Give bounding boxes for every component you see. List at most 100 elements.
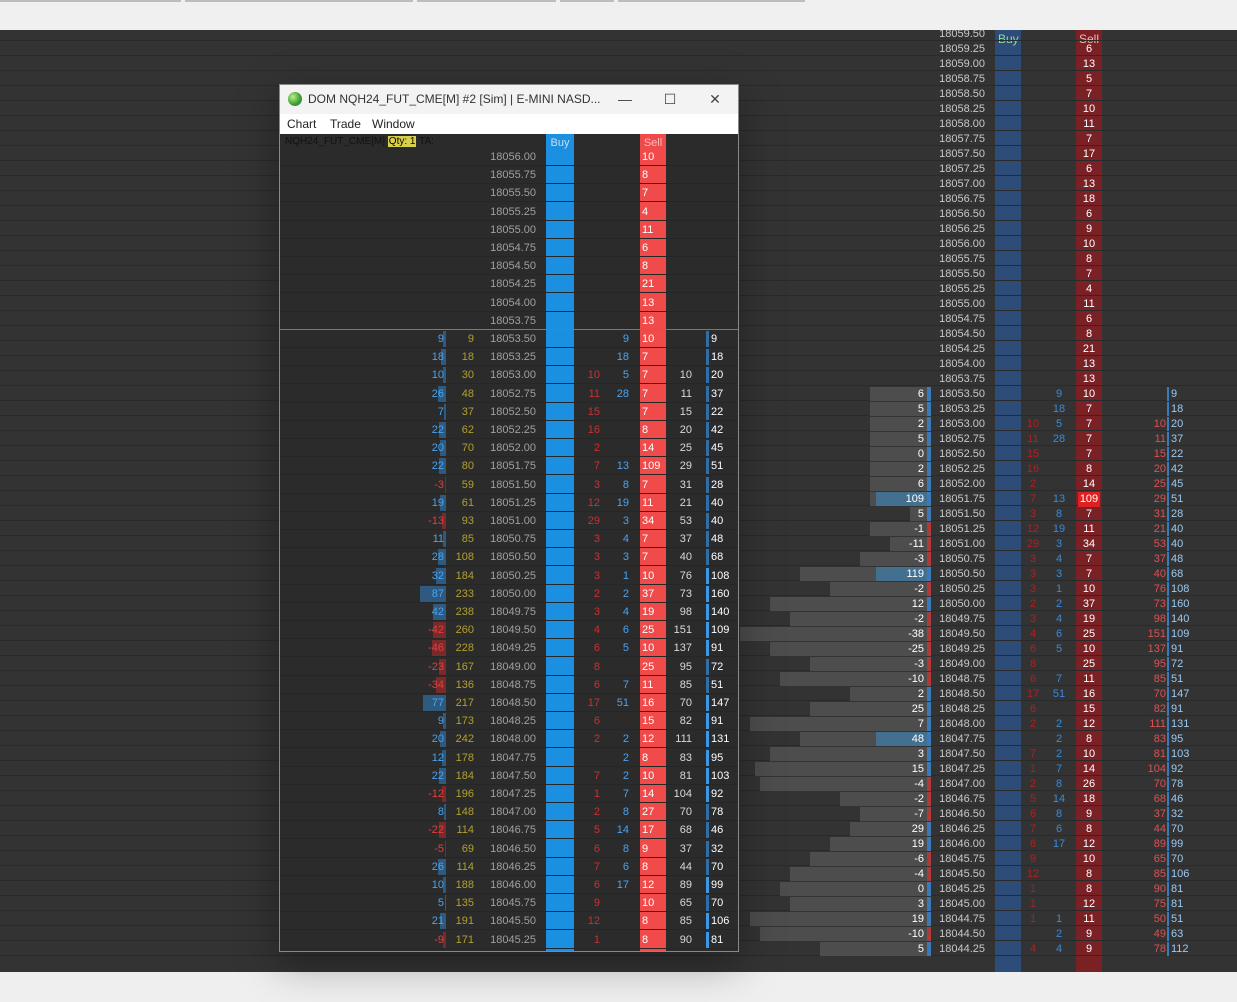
buy-volume-cell: 3 xyxy=(622,515,629,527)
price-cell: 18049.75 xyxy=(939,613,985,625)
total-buy-cell: 109 xyxy=(711,624,730,637)
sell-qty-cell: 9 xyxy=(1085,943,1093,955)
total-buy-cell: 70 xyxy=(711,897,724,910)
toolbar-tab-2[interactable] xyxy=(185,0,413,2)
sell-qty-cell: 8 xyxy=(1085,733,1093,745)
total-buy-cell: 91 xyxy=(1171,643,1184,655)
price-cell: 18057.25 xyxy=(939,163,985,175)
total-sell-cell: 83 xyxy=(679,751,692,764)
price-cell: 18054.50 xyxy=(490,260,536,273)
sell-volume-cell: 3 xyxy=(593,478,600,491)
total-sell-cell: 137 xyxy=(673,642,692,655)
buy-volume-cell xyxy=(605,912,629,930)
total-buy-bar xyxy=(706,822,709,839)
price-cell: 18052.75 xyxy=(939,433,985,445)
close-button[interactable]: ✕ xyxy=(702,89,728,109)
delta-cell: 5 xyxy=(917,943,924,955)
sell-qty-cell: 19 xyxy=(1082,613,1096,625)
total-buy-bar xyxy=(1167,927,1169,941)
buy-volume-cell: 19 xyxy=(1052,523,1066,535)
cumulative-cell: 48 xyxy=(461,387,474,400)
toolbar-tab-5[interactable] xyxy=(618,0,805,2)
price-cell: 18045.25 xyxy=(939,883,985,895)
price-cell: 18050.75 xyxy=(939,553,985,565)
price-cell: 18050.75 xyxy=(490,533,536,546)
sell-volume-cell: 1 xyxy=(593,788,600,800)
maximize-button[interactable]: ☐ xyxy=(657,89,683,109)
total-buy-cell: 108 xyxy=(711,569,730,582)
total-sell-cell: 31 xyxy=(1153,508,1166,520)
total-buy-cell: 72 xyxy=(711,660,724,673)
toolbar-tab-4[interactable] xyxy=(560,0,614,2)
buy-volume-cell: 2 xyxy=(622,751,629,764)
sell-qty-cell: 8 xyxy=(1085,328,1093,340)
total-sell-cell: 70 xyxy=(679,697,692,709)
delta-cell: 20 xyxy=(431,733,444,746)
total-buy-cell: 51 xyxy=(1171,673,1184,685)
total-buy-cell: 106 xyxy=(711,915,730,928)
price-cell: 18055.25 xyxy=(939,283,985,295)
buy-volume-cell: 51 xyxy=(616,697,629,709)
delta-cell: 11 xyxy=(432,533,444,546)
delta-cell: 0 xyxy=(917,883,924,895)
sell-volume-cell: 5 xyxy=(1029,793,1037,805)
minimize-button[interactable]: — xyxy=(612,89,638,109)
buy-volume-cell: 2 xyxy=(622,769,629,782)
total-sell-cell: 68 xyxy=(679,824,692,837)
buy-volume-cell: 8 xyxy=(622,806,629,819)
total-buy-bar xyxy=(706,385,709,402)
dom-ladder[interactable]: NQH24_FUT_CME[M] Qty: 1 TA: Buy Sell 180… xyxy=(280,134,738,951)
toolbar-tab-3[interactable] xyxy=(417,0,556,2)
delta-cell: -6 xyxy=(914,853,924,865)
total-sell-cell: 70 xyxy=(1153,688,1166,700)
total-buy-bar xyxy=(706,658,709,675)
price-cell: 18051.75 xyxy=(939,493,985,505)
buy-volume-cell xyxy=(1048,462,1070,477)
price-cell: 18045.75 xyxy=(939,853,985,865)
price-cell: 18053.25 xyxy=(490,351,536,364)
menu-window[interactable]: Window xyxy=(372,117,415,131)
price-cell: 18050.00 xyxy=(939,598,985,610)
delta-cell: 7 xyxy=(917,718,924,730)
menu-trade[interactable]: Trade xyxy=(330,117,361,131)
delta-cell: 5 xyxy=(437,897,444,910)
cumulative-cell: 238 xyxy=(455,606,474,618)
total-buy-cell: 103 xyxy=(711,769,730,782)
sell-volume-cell: 4 xyxy=(593,624,600,637)
total-buy-cell: 95 xyxy=(711,751,724,764)
toolbar-tab-1[interactable] xyxy=(0,0,181,2)
price-cell: 18047.25 xyxy=(490,788,536,800)
total-buy-cell: 131 xyxy=(1171,718,1190,730)
sell-qty-cell: 6 xyxy=(1085,163,1093,175)
buy-volume-cell: 8 xyxy=(1055,808,1063,820)
cumulative-cell: 62 xyxy=(461,424,474,436)
qty-badge[interactable]: Qty: 1 xyxy=(387,136,417,147)
sell-volume-cell: 29 xyxy=(1026,538,1040,550)
delta-cell: -3 xyxy=(914,658,924,670)
price-cell: 18052.50 xyxy=(490,405,536,418)
price-cell: 18053.25 xyxy=(939,403,985,415)
cumulative-cell: 59 xyxy=(461,478,474,491)
sell-qty-cell: 21 xyxy=(642,278,655,291)
delta-cell: 2 xyxy=(917,688,924,700)
total-buy-cell: 40 xyxy=(711,496,724,509)
total-buy-cell: 40 xyxy=(711,515,724,527)
instrument-name: NQH24_FUT_CME[M] xyxy=(285,136,386,147)
total-sell-cell: 65 xyxy=(679,897,692,910)
sell-qty-cell: 10 xyxy=(1082,748,1096,760)
price-cell: 18058.50 xyxy=(939,88,985,100)
total-buy-cell: 20 xyxy=(1171,418,1184,430)
buy-volume-cell: 3 xyxy=(1055,538,1063,550)
sell-qty-cell: 10 xyxy=(642,333,655,345)
buy-volume-cell: 7 xyxy=(622,678,629,691)
total-buy-bar xyxy=(1167,552,1169,566)
total-buy-cell: 32 xyxy=(1171,808,1184,820)
delta-cell: 119 xyxy=(906,568,924,580)
total-buy-cell: 40 xyxy=(1171,523,1184,535)
total-buy-cell: 51 xyxy=(1171,913,1184,925)
delta-bar xyxy=(445,476,446,493)
menu-chart[interactable]: Chart xyxy=(287,117,316,131)
sell-qty-cell: 18 xyxy=(1082,193,1096,205)
total-buy-cell: 147 xyxy=(711,697,730,709)
window-titlebar[interactable]: DOM NQH24_FUT_CME[M] #2 [Sim] | E-MINI N… xyxy=(280,85,738,114)
